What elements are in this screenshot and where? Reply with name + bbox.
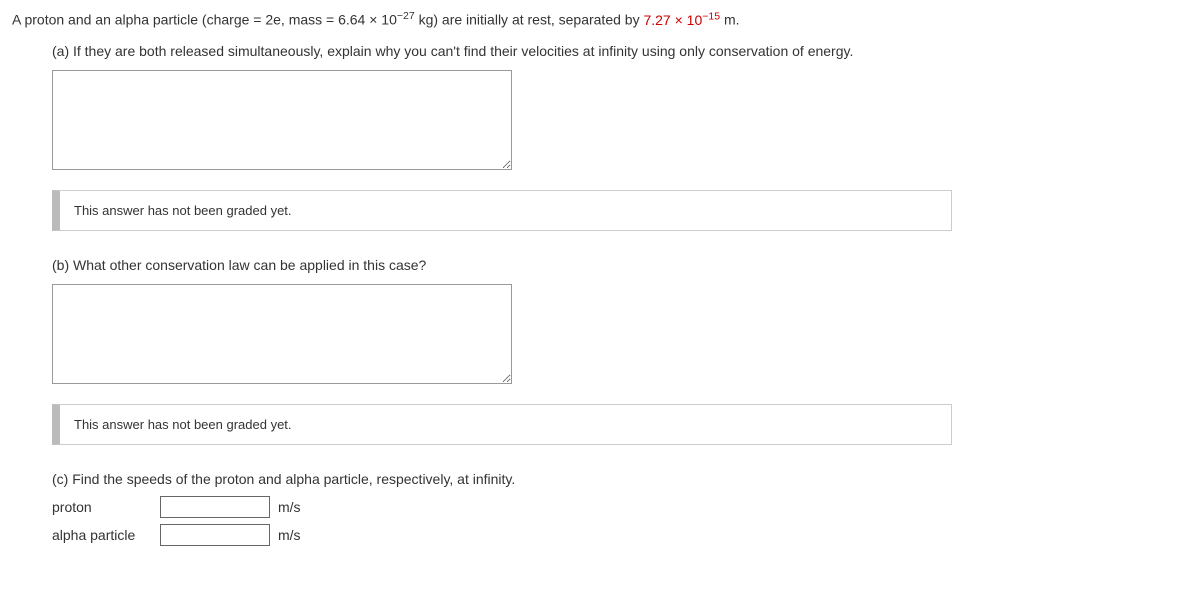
part-c-input-alpha[interactable] <box>160 524 270 546</box>
problem-intro-before: A proton and an alpha particle (charge =… <box>12 12 397 28</box>
part-c-row-alpha: alpha particle m/s <box>52 524 1188 546</box>
part-a-answer-textarea[interactable] <box>52 70 512 170</box>
part-b-prompt: (b) What other conservation law can be a… <box>52 255 1188 276</box>
part-c: (c) Find the speeds of the proton and al… <box>52 469 1188 546</box>
part-c-prompt: (c) Find the speeds of the proton and al… <box>52 469 1188 490</box>
problem-statement: A proton and an alpha particle (charge =… <box>12 8 1188 31</box>
problem-red-sup: −15 <box>702 10 720 22</box>
part-b-grade-status: This answer has not been graded yet. <box>52 404 952 445</box>
part-c-unit-alpha: m/s <box>278 527 301 543</box>
problem-red-value: 7.27 × 10−15 <box>643 12 720 28</box>
problem-intro-mid: kg) are initially at rest, separated by <box>415 12 644 28</box>
part-b-answer-textarea[interactable] <box>52 284 512 384</box>
part-a-grade-status: This answer has not been graded yet. <box>52 190 952 231</box>
problem-red-before: 7.27 × 10 <box>643 12 702 28</box>
problem-intro-after: m. <box>720 12 739 28</box>
part-c-input-proton[interactable] <box>160 496 270 518</box>
part-a-prompt: (a) If they are both released simultaneo… <box>52 41 1188 62</box>
part-c-label-proton: proton <box>52 499 152 515</box>
problem-sup1: −27 <box>397 10 415 22</box>
part-c-label-alpha: alpha particle <box>52 527 152 543</box>
part-c-row-proton: proton m/s <box>52 496 1188 518</box>
part-a: (a) If they are both released simultaneo… <box>52 41 1188 231</box>
part-c-unit-proton: m/s <box>278 499 301 515</box>
part-b: (b) What other conservation law can be a… <box>52 255 1188 445</box>
